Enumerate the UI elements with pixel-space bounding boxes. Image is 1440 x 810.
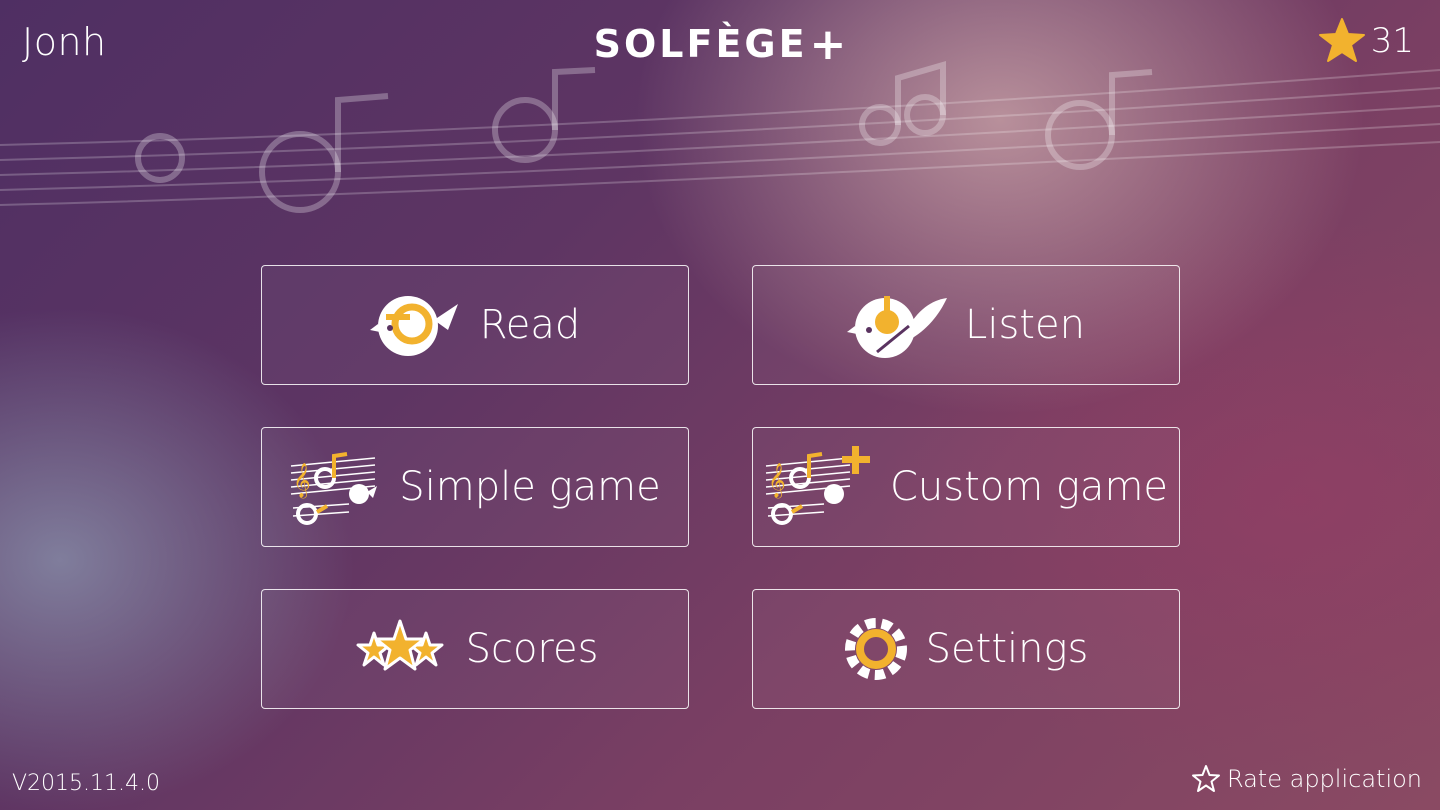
read-label: Read bbox=[479, 302, 581, 348]
svg-text:𝄞: 𝄞 bbox=[768, 463, 786, 499]
listen-label: Listen bbox=[965, 302, 1085, 348]
scores-label: Scores bbox=[465, 626, 599, 672]
rate-application-label: Rate application bbox=[1226, 765, 1422, 793]
rate-application-link[interactable]: Rate application bbox=[1191, 764, 1422, 794]
simple-game-button[interactable]: 𝄞 Simple game bbox=[261, 427, 689, 547]
read-bird-icon bbox=[369, 296, 458, 356]
star-outline-icon bbox=[1191, 765, 1220, 792]
settings-button[interactable]: Settings bbox=[752, 589, 1180, 709]
music-staff-birds-icon: 𝄞 bbox=[291, 452, 378, 525]
username: Jonh bbox=[22, 20, 107, 64]
settings-label: Settings bbox=[925, 626, 1089, 672]
custom-game-button[interactable]: 𝄞 Custom game bbox=[752, 427, 1180, 547]
version-label: V2015.11.4.0 bbox=[12, 771, 161, 796]
listen-button[interactable]: Listen bbox=[752, 265, 1180, 385]
simple-game-label: Simple game bbox=[399, 464, 661, 510]
custom-game-label: Custom game bbox=[889, 464, 1169, 510]
listen-bird-icon bbox=[847, 296, 948, 358]
star-icon bbox=[1318, 18, 1365, 62]
app-title-plus: + bbox=[809, 18, 847, 70]
gear-icon bbox=[844, 618, 907, 680]
music-staff-plus-icon: 𝄞 bbox=[765, 446, 870, 525]
read-button[interactable]: Read bbox=[261, 265, 689, 385]
app-logo: SOLFÈGE + bbox=[594, 18, 847, 70]
stars-counter: 31 bbox=[1317, 16, 1414, 66]
stars-icon bbox=[356, 619, 444, 671]
svg-text:𝄞: 𝄞 bbox=[293, 463, 311, 499]
scores-button[interactable]: Scores bbox=[261, 589, 689, 709]
stars-count: 31 bbox=[1370, 21, 1414, 61]
app-title: SOLFÈGE bbox=[593, 22, 808, 66]
